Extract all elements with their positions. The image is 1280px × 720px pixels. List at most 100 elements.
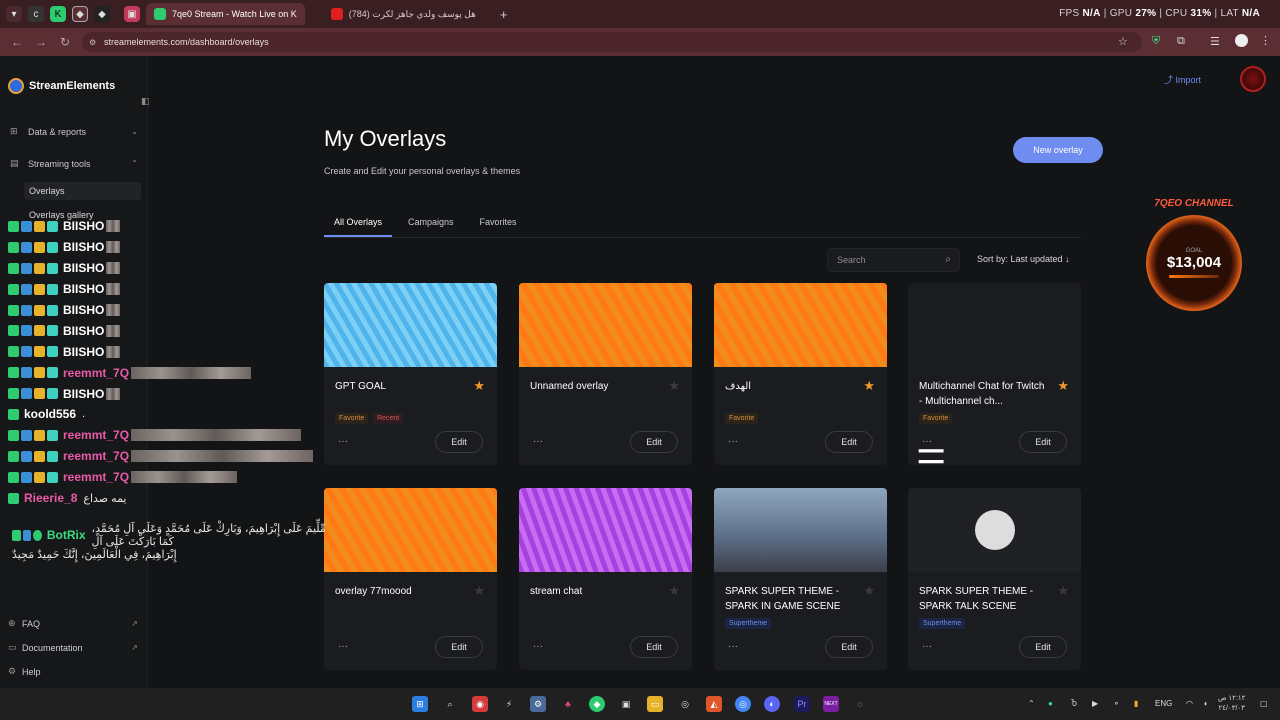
reading-list-icon[interactable]: ☰ (1210, 35, 1220, 48)
pinned-tab-icon[interactable]: ◆ (72, 6, 88, 22)
discord-icon[interactable]: ◐ (764, 696, 780, 712)
tab-youtube[interactable]: هل يوسف ولدي جاهز لكرت (784) (323, 3, 484, 25)
favorite-star-icon[interactable]: ★ (668, 583, 680, 599)
tray-icon[interactable]: Ⴆ (1071, 699, 1077, 708)
tab-favorites[interactable]: Favorites (470, 212, 527, 237)
brave-icon[interactable]: ◭ (706, 696, 722, 712)
premiere-icon[interactable]: Pr (794, 696, 810, 712)
import-button[interactable]: ⤴ Import (1164, 73, 1201, 86)
favorite-star-icon[interactable]: ★ (1057, 378, 1069, 394)
more-options-icon[interactable]: ··· (922, 641, 932, 652)
overlay-card[interactable]: Unnamed overlay ★ ··· Edit (519, 283, 692, 465)
new-overlay-button[interactable]: New overlay (1013, 137, 1103, 163)
overlay-thumbnail[interactable] (519, 488, 692, 572)
pinned-tab-icon[interactable]: ▣ (124, 6, 140, 22)
notification-icon[interactable]: ▢ (1260, 699, 1268, 708)
settings-icon[interactable]: ⚙ (530, 696, 546, 712)
tray-icon[interactable]: ⚬ (1113, 699, 1120, 708)
overlay-thumbnail[interactable] (324, 283, 497, 367)
favorite-star-icon[interactable]: ★ (863, 378, 875, 394)
obs-icon[interactable]: ◎ (677, 696, 693, 712)
edit-button[interactable]: Edit (825, 636, 873, 658)
app-icon[interactable]: ⚡ (501, 696, 517, 712)
app-icon[interactable]: ▣ (618, 696, 634, 712)
clock[interactable]: ١٢:١٢ ص ٢٤/٠٣/٠٣ (1218, 694, 1245, 714)
bookmark-star-icon[interactable]: ☆ (1118, 35, 1128, 48)
more-options-icon[interactable]: ··· (338, 436, 348, 447)
wifi-icon[interactable]: ◠ (1186, 699, 1193, 708)
reload-icon[interactable]: ↻ (58, 35, 72, 49)
tab-menu-icon[interactable]: ▾ (6, 6, 22, 22)
folder-icon[interactable]: ▭ (647, 696, 663, 712)
collapse-sidebar-icon[interactable]: ◧ (141, 96, 150, 107)
sort-dropdown[interactable]: Sort by: Last updated ↓ (977, 254, 1070, 264)
overlay-card[interactable]: SPARK SUPER THEME - SPARK IN GAME SCENE … (714, 488, 887, 670)
sidebar-item-streaming-tools[interactable]: ▤ Streaming tools ⌃ (10, 158, 138, 169)
new-tab-button[interactable]: + (492, 3, 516, 25)
more-options-icon[interactable]: ··· (728, 641, 738, 652)
overlay-thumbnail[interactable] (519, 283, 692, 367)
edit-button[interactable]: Edit (1019, 431, 1067, 453)
more-options-icon[interactable]: ··· (533, 436, 543, 447)
favorite-star-icon[interactable]: ★ (473, 378, 485, 394)
more-options-icon[interactable]: ··· (338, 641, 348, 652)
pinned-tab-icon[interactable]: c (28, 6, 44, 22)
overlay-card[interactable]: ☰ Multichannel Chat for Twitch - Multich… (908, 283, 1081, 465)
overlay-card[interactable]: stream chat ★ ··· Edit (519, 488, 692, 670)
overlay-card[interactable]: SPARK SUPER THEME - SPARK TALK SCENE ★ S… (908, 488, 1081, 670)
app-icon[interactable]: ◌ (852, 696, 868, 712)
sidebar-item-overlays[interactable]: Overlays (24, 182, 141, 200)
brand-logo[interactable]: StreamElements (8, 78, 115, 94)
overlay-card[interactable]: الهدف ★ Favorite ··· Edit (714, 283, 887, 465)
tray-icon[interactable]: ▮ (1134, 699, 1138, 708)
tab-campaigns[interactable]: Campaigns (398, 212, 464, 237)
favorite-star-icon[interactable]: ★ (1057, 583, 1069, 599)
volume-icon[interactable]: ◖ (1203, 699, 1208, 708)
back-icon[interactable]: ← (10, 35, 24, 49)
app-icon[interactable]: ◉ (472, 696, 488, 712)
app-icon[interactable]: ◆ (589, 696, 605, 712)
edit-button[interactable]: Edit (630, 636, 678, 658)
pinned-tab-icon[interactable]: ◆ (94, 6, 110, 22)
start-icon[interactable]: ⊞ (412, 696, 428, 712)
edit-button[interactable]: Edit (435, 431, 483, 453)
sidebar-item-faq[interactable]: ⊕ FAQ ↗ (8, 618, 138, 629)
avatar[interactable] (1240, 66, 1266, 92)
overlay-thumbnail[interactable] (324, 488, 497, 572)
edit-button[interactable]: Edit (1019, 636, 1067, 658)
overlay-thumbnail[interactable] (908, 488, 1081, 572)
favorite-star-icon[interactable]: ★ (473, 583, 485, 599)
chrome-icon[interactable]: ◎ (735, 696, 751, 712)
shield-icon[interactable]: ⛨ (1152, 35, 1160, 48)
tray-icon[interactable]: ● (1048, 699, 1053, 708)
sidebar-item-documentation[interactable]: ▭ Documentation ↗ (8, 642, 138, 653)
app-icon[interactable]: NEXT (823, 696, 839, 712)
forward-icon[interactable]: → (34, 35, 48, 49)
url-field[interactable]: ⚙ streamelements.com/dashboard/overlays (82, 32, 1142, 52)
search-icon[interactable]: ⌕ (442, 696, 458, 712)
site-info-icon[interactable]: ⚙ (89, 38, 96, 47)
tab-kick-stream[interactable]: 7qe0 Stream - Watch Live on K (146, 3, 305, 25)
overlay-thumbnail[interactable] (714, 283, 887, 367)
profile-icon[interactable] (1235, 34, 1248, 47)
sidebar-item-help[interactable]: ⚙ Help (8, 666, 138, 677)
edit-button[interactable]: Edit (825, 431, 873, 453)
extensions-icon[interactable]: ⧉ (1177, 35, 1185, 48)
more-options-icon[interactable]: ··· (922, 436, 932, 447)
more-menu-icon[interactable]: ⋮ (1260, 34, 1271, 47)
overlay-card[interactable]: overlay 77moood ★ ··· Edit (324, 488, 497, 670)
tray-icon[interactable]: ▶ (1092, 699, 1098, 708)
more-options-icon[interactable]: ··· (533, 641, 543, 652)
language-indicator[interactable]: ENG (1155, 699, 1172, 708)
overlay-thumbnail[interactable] (714, 488, 887, 572)
more-options-icon[interactable]: ··· (728, 436, 738, 447)
favorite-star-icon[interactable]: ★ (863, 583, 875, 599)
overlay-card[interactable]: GPT GOAL ★ Favorite Recent ··· Edit (324, 283, 497, 465)
sidebar-item-data-reports[interactable]: ⊞ Data & reports ⌄ (10, 126, 138, 137)
tray-chevron-icon[interactable]: ⌃ (1028, 699, 1035, 708)
edit-button[interactable]: Edit (630, 431, 678, 453)
favorite-star-icon[interactable]: ★ (668, 378, 680, 394)
pinned-tab-icon[interactable]: K (50, 6, 66, 22)
edit-button[interactable]: Edit (435, 636, 483, 658)
search-input[interactable]: Search ⌕ (827, 248, 960, 272)
